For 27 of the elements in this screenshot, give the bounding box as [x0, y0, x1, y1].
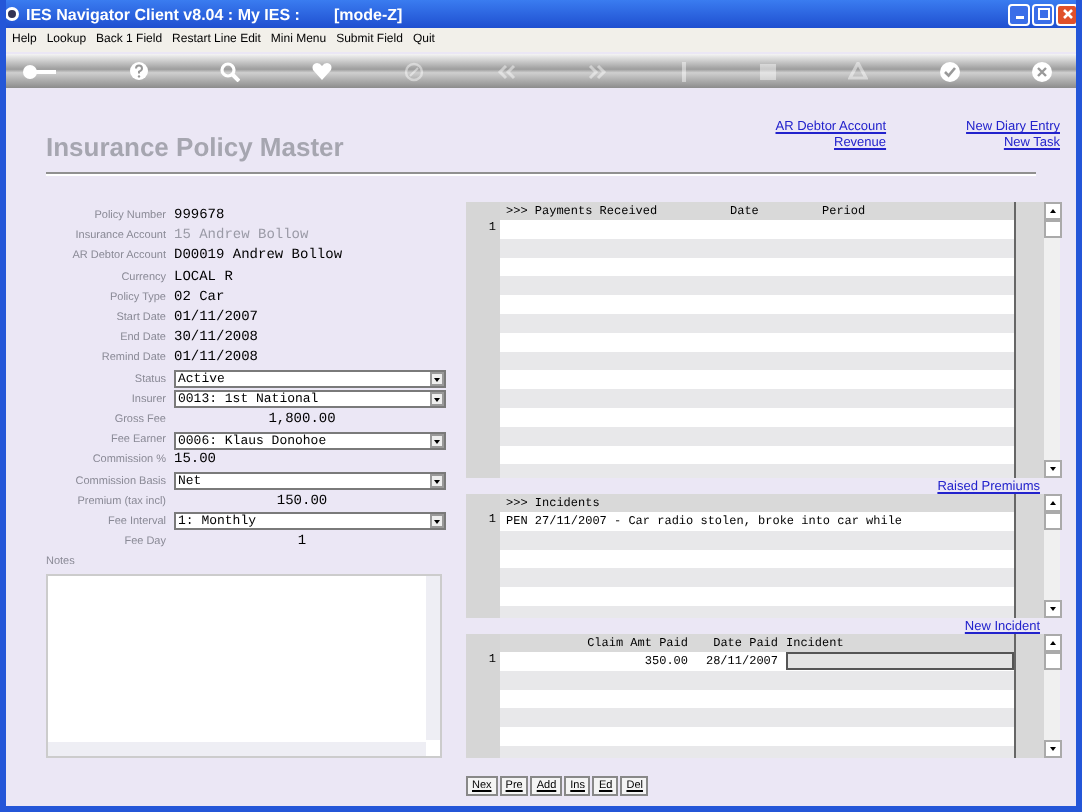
dropdown-arrow-icon[interactable] [430, 474, 444, 489]
scrollbar[interactable] [426, 576, 440, 741]
scrollbar[interactable] [1044, 202, 1060, 478]
cell-input[interactable] [786, 652, 1014, 671]
app-icon [6, 6, 20, 22]
notes-field[interactable] [46, 574, 442, 759]
dropdown-arrow-icon[interactable] [430, 433, 444, 448]
minimize-button[interactable] [1008, 3, 1030, 25]
scrollbar[interactable] [48, 742, 426, 757]
close-button[interactable] [1056, 3, 1076, 25]
close-icon[interactable] [1032, 61, 1052, 81]
check-icon[interactable] [940, 61, 960, 81]
help-icon[interactable] [130, 62, 148, 80]
scrollbar[interactable] [1044, 634, 1060, 758]
scrollbar[interactable] [1044, 494, 1060, 618]
key-icon[interactable] [22, 63, 58, 79]
dropdown-arrow-icon[interactable] [430, 392, 444, 407]
window-title: IES Navigator Client v8.04 : My IES : [26, 5, 300, 23]
heart-icon[interactable] [312, 62, 332, 80]
search-icon[interactable] [220, 61, 240, 81]
page-title: Insurance Policy Master [46, 132, 344, 162]
dropdown-arrow-icon[interactable] [430, 514, 444, 529]
maximize-icon [1037, 8, 1049, 20]
dropdown-arrow-icon[interactable] [430, 372, 444, 387]
close-icon [1061, 8, 1073, 20]
maximize-button[interactable] [1032, 3, 1054, 25]
window-mode: [mode-Z] [333, 5, 403, 23]
